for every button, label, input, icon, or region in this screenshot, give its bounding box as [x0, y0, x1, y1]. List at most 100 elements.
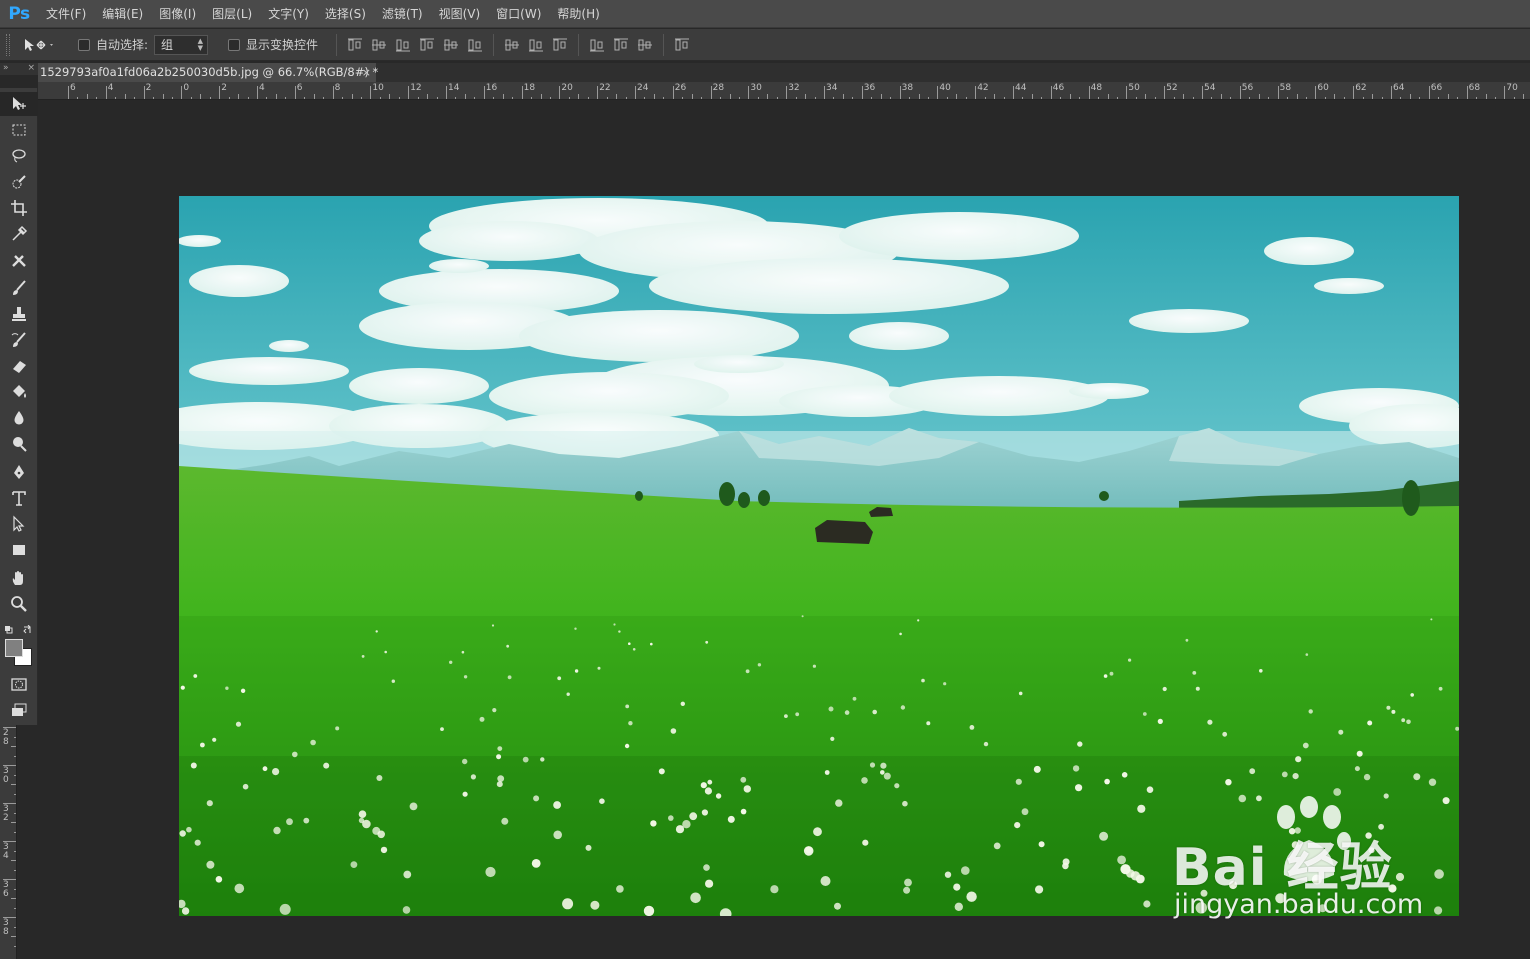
menu-layer[interactable]: 图层(L)	[204, 0, 260, 28]
collapse-panel-icon[interactable]: »	[3, 63, 9, 75]
healing-brush-tool[interactable]	[0, 250, 38, 274]
align-left-edges-button[interactable]	[417, 35, 437, 55]
type-icon	[12, 491, 26, 506]
document-tab[interactable]: 1529793af0a1fd06a2b250030d5b.jpg @ 66.7%…	[38, 63, 379, 82]
ruler-label: 54	[1204, 83, 1216, 93]
rectangle-tool[interactable]	[0, 538, 38, 562]
eyedropper-tool[interactable]	[0, 222, 38, 246]
menu-window[interactable]: 窗口(W)	[488, 0, 549, 28]
ruler-major-tick	[1315, 86, 1317, 99]
distribute-top-edges-button[interactable]	[502, 35, 522, 55]
distribute-vertical-centers-button[interactable]	[526, 35, 546, 55]
ruler-label: 28	[712, 83, 725, 93]
auto-align-layers-button[interactable]	[672, 35, 692, 55]
ruler-minor-tick	[14, 736, 16, 738]
align-top-edges-button[interactable]	[345, 35, 365, 55]
pen-tool[interactable]	[0, 460, 38, 484]
ruler-major-tick	[143, 86, 145, 99]
ruler-label: 44	[1015, 83, 1027, 93]
separator	[578, 33, 580, 56]
horizontal-ruler[interactable]: 6 4 2 0 2 4 6 8 10 12 14 16 18 20 22 24 26 28 30 32 34 36 38 40…	[38, 82, 1530, 100]
hand-tool[interactable]	[0, 566, 38, 590]
ruler-label: 34	[826, 83, 838, 93]
options-bar-grip[interactable]	[6, 33, 10, 56]
align-vertical-centers-button[interactable]	[369, 35, 389, 55]
vertical-ruler[interactable]: 2 8 3 0 3 2 3 4 3 6 3 8	[0, 725, 17, 959]
ruler-minor-tick	[11, 784, 16, 785]
rectangular-marquee-tool[interactable]	[0, 118, 38, 142]
menu-image[interactable]: 图像(I)	[151, 0, 204, 28]
ruler-label: 50	[1128, 83, 1140, 93]
ruler-major-tick	[105, 86, 107, 99]
align-horizontal-centers-icon	[444, 39, 459, 50]
ruler-major-tick	[1088, 86, 1090, 99]
menu-select[interactable]: 选择(S)	[317, 0, 374, 28]
ruler-label: 2	[221, 83, 227, 93]
ruler-minor-tick	[14, 850, 16, 852]
distribute-left-edges-button[interactable]	[587, 35, 607, 55]
ruler-major-tick	[1353, 86, 1355, 99]
blur-tool[interactable]	[0, 406, 38, 430]
ruler-label: 3 4	[3, 842, 9, 861]
type-tool[interactable]	[0, 486, 38, 510]
ruler-label: 4	[259, 83, 265, 93]
ruler-major-tick	[181, 86, 183, 99]
show-transform-checkbox[interactable]	[228, 38, 241, 51]
distribute-top-edges-icon	[505, 39, 520, 50]
ruler-label: 48	[1090, 83, 1103, 93]
swap-colors-icon[interactable]	[23, 624, 31, 634]
ruler-major-tick	[446, 86, 447, 99]
ruler-label: 58	[1279, 83, 1292, 93]
auto-select-checkbox[interactable]	[78, 38, 90, 51]
menu-view[interactable]: 视图(V)	[431, 0, 489, 28]
align-right-edges-button[interactable]	[465, 35, 485, 55]
clone-stamp-tool[interactable]	[0, 302, 38, 326]
quick-selection-tool[interactable]	[0, 170, 38, 194]
ruler-major-tick	[1126, 86, 1128, 99]
menu-type[interactable]: 文字(Y)	[260, 0, 317, 28]
menu-filter[interactable]: 滤镜(T)	[374, 0, 431, 28]
history-brush-tool[interactable]	[0, 328, 38, 352]
lasso-tool[interactable]	[0, 144, 38, 168]
blur-drop-icon	[14, 411, 24, 425]
ruler-major-tick	[748, 86, 750, 99]
ruler-major-tick	[68, 86, 69, 99]
ruler-label: 14	[448, 83, 460, 93]
align-horizontal-centers-button[interactable]	[441, 35, 461, 55]
screen-mode-button[interactable]	[0, 698, 38, 722]
default-colors-icon[interactable]	[5, 626, 13, 634]
close-panel-icon[interactable]: ×	[27, 63, 35, 75]
crop-tool[interactable]	[0, 196, 38, 220]
close-document-icon[interactable]: ×	[362, 63, 371, 82]
ruler-major-tick	[1428, 86, 1430, 99]
eraser-tool[interactable]	[0, 354, 38, 378]
menu-edit[interactable]: 编辑(E)	[94, 0, 151, 28]
foreground-color-swatch[interactable]	[5, 639, 23, 657]
auto-select-dropdown[interactable]: 组 ▲ ▼	[154, 34, 209, 55]
distribute-right-edges-button[interactable]	[635, 35, 655, 55]
ruler-major-tick	[786, 86, 788, 99]
dodge-tool[interactable]	[0, 432, 38, 456]
menu-help[interactable]: 帮助(H)	[549, 0, 607, 28]
ruler-major-tick	[294, 86, 296, 99]
distribute-horizontal-centers-button[interactable]	[611, 35, 631, 55]
menu-file[interactable]: 文件(F)	[38, 0, 94, 28]
brush-icon	[13, 280, 26, 295]
ruler-label: 20	[561, 83, 573, 93]
quick-mask-mode-button[interactable]	[0, 672, 38, 696]
show-transform-label: 显示变换控件	[246, 38, 319, 52]
align-bottom-edges-button[interactable]	[393, 35, 413, 55]
move-tool[interactable]	[0, 92, 38, 116]
history-brush-icon	[11, 332, 26, 347]
eyedropper-icon	[12, 225, 28, 241]
ruler-major-tick	[559, 86, 561, 99]
paint-bucket-tool[interactable]	[0, 380, 38, 404]
path-selection-tool[interactable]	[0, 512, 38, 536]
brush-tool[interactable]	[0, 276, 38, 300]
distribute-bottom-edges-button[interactable]	[550, 35, 570, 55]
document-tab-title: 1529793af0a1fd06a2b250030d5b.jpg @ 66.7%…	[40, 65, 379, 79]
zoom-tool[interactable]	[0, 592, 38, 616]
auto-align-layers-icon	[675, 38, 690, 50]
tool-preset-picker[interactable]	[22, 37, 66, 53]
document-tab-bar: 1529793af0a1fd06a2b250030d5b.jpg @ 66.7%…	[38, 63, 1530, 82]
